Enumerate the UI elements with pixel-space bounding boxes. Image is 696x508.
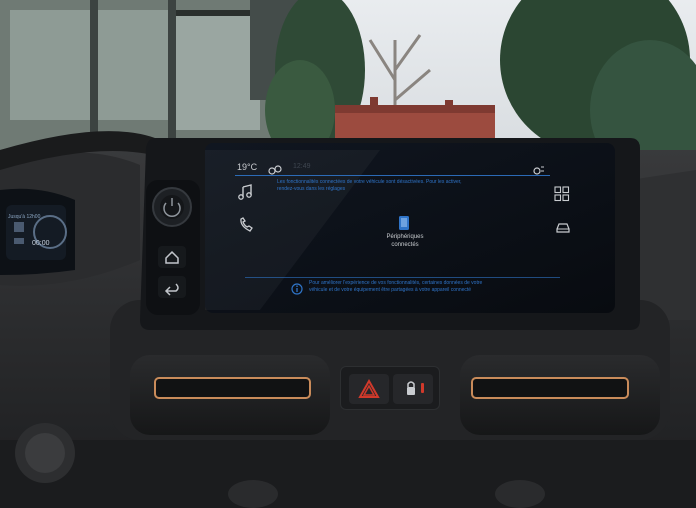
connected-devices-tile[interactable]: Périphériques connectés — [370, 214, 440, 254]
instrument-cluster — [0, 188, 75, 275]
cluster-line2: 00:00 — [32, 240, 50, 247]
settings-status[interactable] — [532, 162, 546, 175]
power-volume-knob[interactable] — [154, 189, 190, 225]
music-note-icon — [238, 184, 252, 200]
hazard-warning-icon — [358, 378, 380, 398]
faint-clock: 12:49 — [293, 163, 311, 170]
banner-text-line2: rendez-vous dans les réglages — [277, 186, 346, 192]
door-lock-button[interactable] — [393, 374, 433, 404]
hazard-button[interactable] — [349, 374, 389, 404]
power-volume-knob-icon — [163, 198, 181, 218]
cluster-line1: Jusqu'à 12h00 — [8, 214, 41, 220]
info-bar[interactable]: Pour améliorer l'expérience de vos fonct… — [291, 280, 561, 300]
phone-shortcut[interactable] — [237, 216, 257, 234]
home-icon — [165, 250, 179, 264]
apps-shortcut[interactable] — [554, 186, 570, 202]
vehicle-shortcut[interactable] — [554, 220, 572, 234]
back-button[interactable] — [158, 276, 186, 298]
info-bar-divider — [245, 277, 560, 278]
hazard-panel — [340, 366, 440, 410]
home-button[interactable] — [158, 246, 186, 268]
screen-ui: 19°C 12:49 Les fonctionnalités connectée… — [205, 158, 615, 308]
tile-label-line1: Périphériques — [386, 234, 424, 240]
info-bar-line1: Pour améliorer l'expérience de vos fonct… — [309, 280, 483, 286]
banner-text-line1: Les fonctionnalités connectées de votre … — [277, 179, 462, 185]
phone-icon — [240, 217, 253, 232]
connection-status[interactable] — [268, 161, 282, 175]
car-icon — [556, 223, 570, 233]
door-lock-icon — [407, 381, 424, 395]
music-shortcut[interactable] — [237, 183, 257, 201]
apps-grid-icon — [554, 186, 570, 202]
status-divider — [235, 175, 550, 176]
connected-device-icon — [399, 216, 409, 230]
back-icon — [164, 283, 179, 296]
info-icon — [291, 283, 303, 295]
info-bar-line2: véhicule et de votre équipement être par… — [309, 287, 472, 293]
tile-label-line2: connectés — [391, 242, 419, 248]
temperature-readout: 19°C — [237, 162, 258, 172]
